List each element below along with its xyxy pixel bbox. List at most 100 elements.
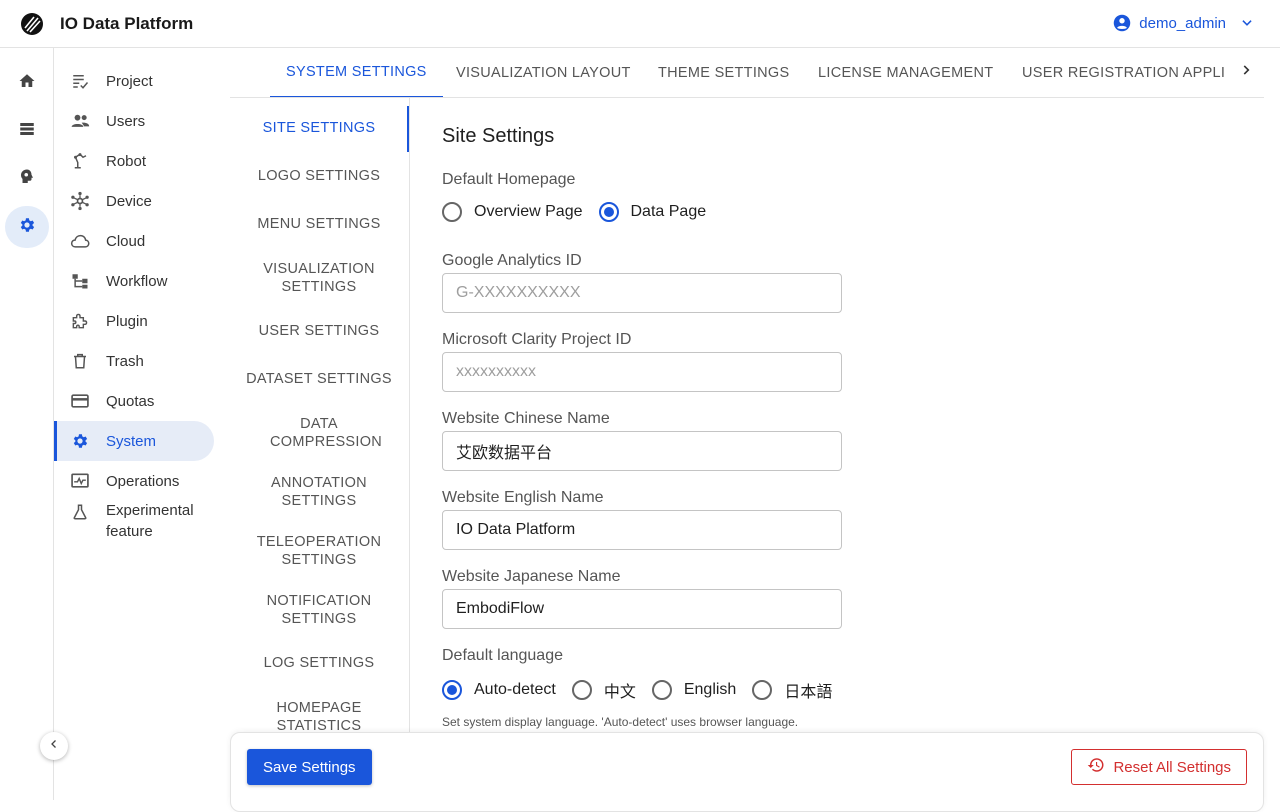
section-user-settings[interactable]: USER SETTINGS xyxy=(230,322,408,340)
chevron-left-icon xyxy=(48,737,60,755)
chevron-right-icon xyxy=(1239,63,1253,82)
sidebar-item-label: Cloud xyxy=(106,232,146,250)
website-english-name-label: Website English Name xyxy=(442,489,604,506)
sidebar-item-project[interactable]: Project xyxy=(54,61,214,101)
tab-license-management[interactable]: LICENSE MANAGEMENT xyxy=(818,48,994,97)
icon-rail xyxy=(0,48,54,800)
radio-circle xyxy=(442,202,462,222)
rail-settings-button[interactable] xyxy=(5,206,49,248)
account-circle-icon xyxy=(1113,14,1131,32)
section-data-compression[interactable]: DATA COMPRESSION xyxy=(230,415,408,451)
radio-auto-detect[interactable]: Auto-detect xyxy=(442,680,556,700)
section-site-settings[interactable]: SITE SETTINGS xyxy=(230,119,408,137)
ga-id-input[interactable] xyxy=(442,273,842,313)
sidebar-item-cloud[interactable]: Cloud xyxy=(54,221,214,261)
radio-data-page[interactable]: Data Page xyxy=(598,202,707,222)
section-homepage-statistics[interactable]: HOMEPAGE STATISTICS xyxy=(230,699,408,732)
chevron-down-icon xyxy=(1240,16,1254,30)
sidebar-item-users[interactable]: Users xyxy=(54,101,214,141)
section-notification-settings[interactable]: NOTIFICATION SETTINGS xyxy=(230,592,408,628)
radio-label: English xyxy=(683,681,737,698)
trash-icon xyxy=(70,351,90,371)
section-nav: SITE SETTINGS LOGO SETTINGS MENU SETTING… xyxy=(230,98,410,732)
sidebar-item-robot[interactable]: Robot xyxy=(54,141,214,181)
section-menu-settings[interactable]: MENU SETTINGS xyxy=(230,215,408,233)
sidebar-item-workflow[interactable]: Workflow xyxy=(54,261,214,301)
robot-arm-icon xyxy=(70,151,90,171)
section-teleoperation-settings[interactable]: TELEOPERATION SETTINGS xyxy=(230,533,408,569)
device-hub-icon xyxy=(70,191,90,211)
save-settings-button[interactable]: Save Settings xyxy=(247,749,372,785)
sidebar: Project Users Robot Device Cloud Workflo… xyxy=(54,48,230,800)
sidebar-item-plugin[interactable]: Plugin xyxy=(54,301,214,341)
sidebar-item-label: Quotas xyxy=(106,392,155,410)
website-english-name-input[interactable] xyxy=(442,510,842,550)
section-logo-settings[interactable]: LOGO SETTINGS xyxy=(230,167,408,185)
sidebar-item-label: Project xyxy=(106,72,153,90)
section-annotation-settings[interactable]: ANNOTATION SETTINGS xyxy=(230,474,408,510)
radio-japanese[interactable]: 日本語 xyxy=(752,678,832,702)
rail-brain-button[interactable] xyxy=(5,158,49,200)
tab-label: LICENSE MANAGEMENT xyxy=(818,65,994,81)
app-logo-icon[interactable] xyxy=(20,12,44,36)
radio-label: Data Page xyxy=(630,203,707,220)
radio-circle xyxy=(571,680,592,700)
rail-list-button[interactable] xyxy=(5,110,49,152)
default-homepage-label: Default Homepage xyxy=(442,171,576,188)
sidebar-item-system[interactable]: System xyxy=(54,421,214,461)
radio-overview-page[interactable]: Overview Page xyxy=(442,202,583,222)
website-japanese-name-input[interactable] xyxy=(442,589,842,629)
section-title: Site Settings xyxy=(442,125,555,147)
radio-chinese[interactable]: 中文 xyxy=(571,678,636,702)
radio-label: Auto-detect xyxy=(474,681,556,698)
rail-home-button[interactable] xyxy=(5,62,49,104)
tab-label: USER REGISTRATION APPLICATIONS xyxy=(1022,65,1226,81)
sidebar-item-label: Experimental feature xyxy=(106,502,194,540)
home-icon xyxy=(18,72,36,95)
clarity-id-input[interactable] xyxy=(442,352,842,392)
sidebar-item-label: Plugin xyxy=(106,312,148,330)
website-japanese-name-label: Website Japanese Name xyxy=(442,568,621,585)
monitor-icon xyxy=(70,471,90,491)
sidebar-item-experimental-feature[interactable]: Experimental feature xyxy=(54,500,214,544)
users-icon xyxy=(70,111,90,131)
default-language-radio-group: Auto-detect 中文 English 日本語 xyxy=(442,678,848,702)
tab-system-settings[interactable]: SYSTEM SETTINGS xyxy=(270,48,443,97)
reset-all-settings-button[interactable]: Reset All Settings xyxy=(1071,749,1247,785)
tab-user-registration-applications[interactable]: USER REGISTRATION APPLICATIONS xyxy=(1022,48,1226,97)
tabs-scroll-right-button[interactable] xyxy=(1234,60,1258,84)
radio-circle xyxy=(752,680,773,700)
default-homepage-radio-group: Overview Page Data Page xyxy=(442,202,722,222)
username: demo_admin xyxy=(1139,14,1226,32)
ga-id-label: Google Analytics ID xyxy=(442,252,582,269)
sidebar-collapse-button[interactable] xyxy=(40,732,68,760)
radio-circle-selected xyxy=(442,680,462,700)
sidebar-item-trash[interactable]: Trash xyxy=(54,341,214,381)
brain-icon xyxy=(18,168,36,191)
radio-circle-selected xyxy=(598,202,619,222)
sidebar-item-operations[interactable]: Operations xyxy=(54,461,214,501)
sidebar-item-quotas[interactable]: Quotas xyxy=(54,381,214,421)
radio-circle xyxy=(651,680,672,700)
gear-icon xyxy=(18,216,36,239)
tab-visualization-layout[interactable]: VISUALIZATION LAYOUT xyxy=(456,48,631,97)
radio-label: 日本語 xyxy=(784,684,833,701)
tab-label: SYSTEM SETTINGS xyxy=(286,64,427,80)
sidebar-item-label: Workflow xyxy=(106,272,168,290)
default-language-hint: Set system display language. 'Auto-detec… xyxy=(442,715,799,729)
site-settings-form: Site Settings Default Homepage Overview … xyxy=(442,98,1242,732)
user-menu[interactable]: demo_admin xyxy=(1113,14,1254,32)
reset-button-label: Reset All Settings xyxy=(1113,758,1231,776)
cloud-icon xyxy=(70,231,90,251)
section-log-settings[interactable]: LOG SETTINGS xyxy=(230,654,408,672)
gear-icon xyxy=(70,431,90,451)
tab-label: VISUALIZATION LAYOUT xyxy=(456,65,631,81)
website-chinese-name-input[interactable] xyxy=(442,431,842,471)
section-dataset-settings[interactable]: DATASET SETTINGS xyxy=(230,370,408,388)
section-visualization-settings[interactable]: VISUALIZATION SETTINGS xyxy=(230,260,408,296)
flask-icon xyxy=(70,502,90,522)
tab-theme-settings[interactable]: THEME SETTINGS xyxy=(658,48,790,97)
radio-english[interactable]: English xyxy=(651,680,737,700)
list-icon xyxy=(18,120,36,143)
sidebar-item-device[interactable]: Device xyxy=(54,181,214,221)
